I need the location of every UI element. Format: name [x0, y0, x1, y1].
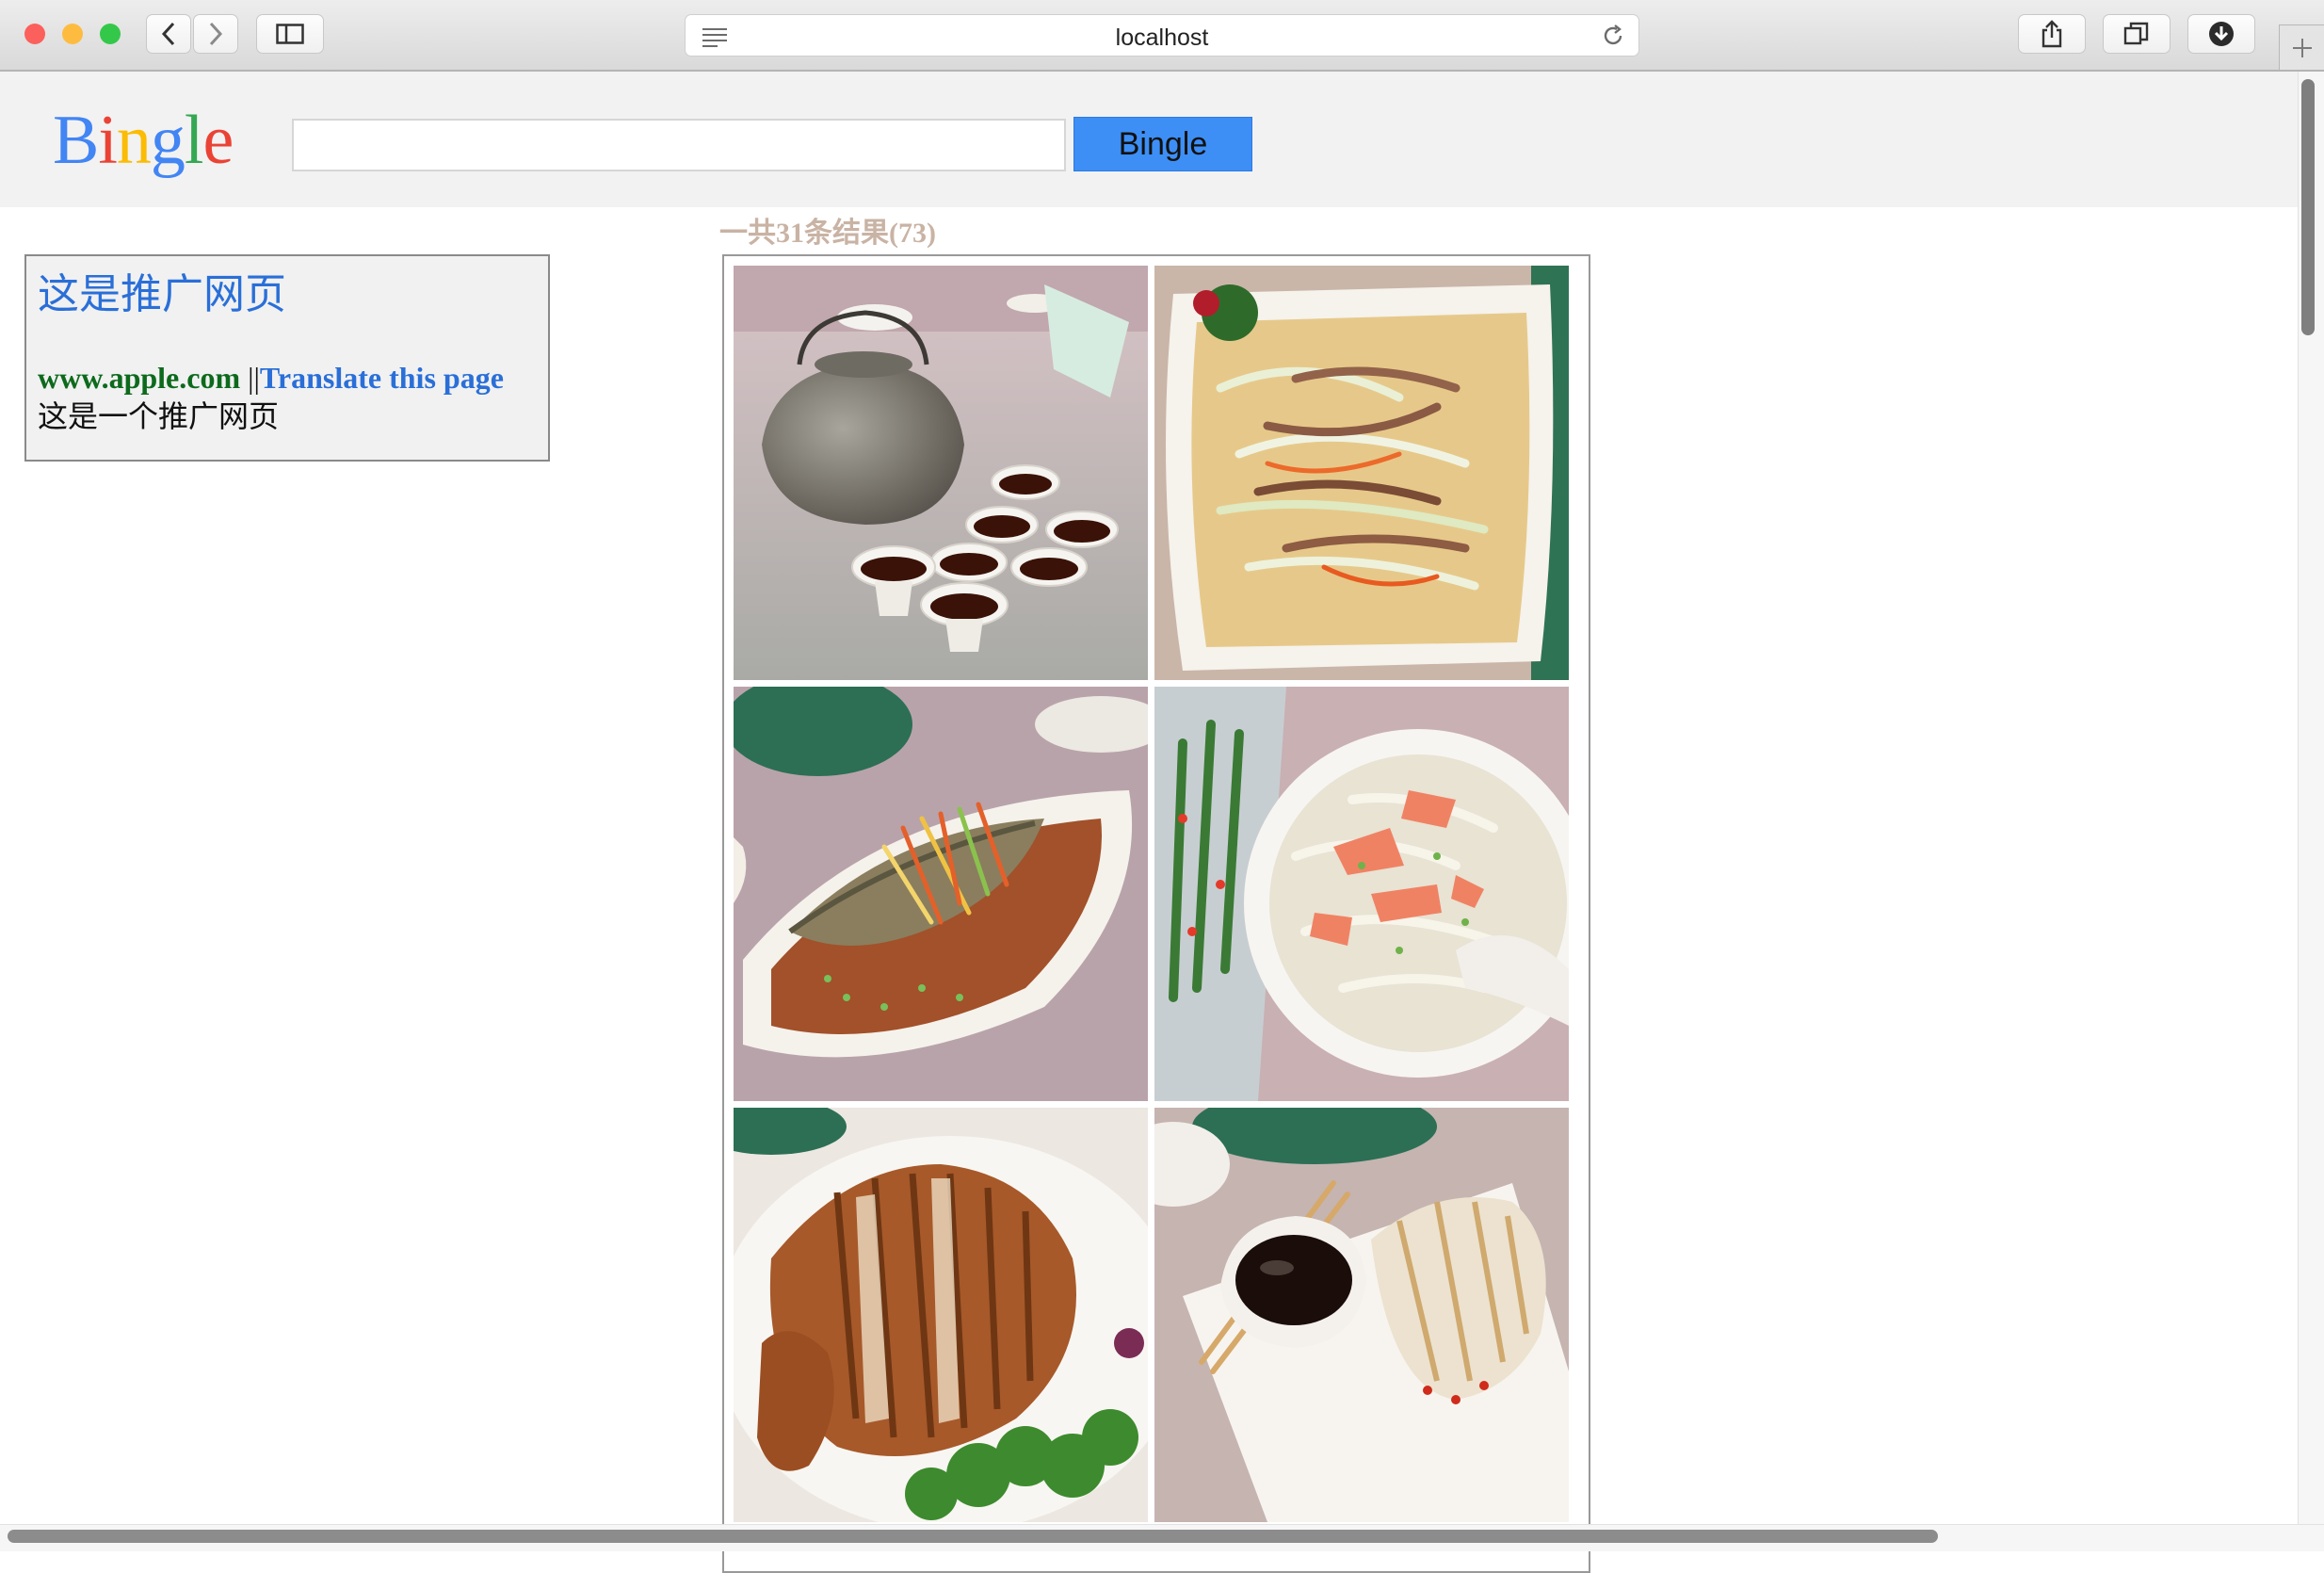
image-result[interactable] [1154, 687, 1569, 1101]
logo-letter: n [116, 102, 152, 179]
search-input[interactable] [292, 119, 1066, 171]
image-results-grid [722, 254, 1590, 1573]
sidebar-button[interactable] [256, 14, 324, 54]
download-icon [2209, 22, 2234, 46]
forward-icon [209, 22, 223, 46]
sidebar-icon [276, 24, 304, 44]
logo-letter: e [202, 102, 234, 179]
logo-letter: g [150, 102, 186, 179]
tabs-icon [2123, 22, 2149, 45]
new-tab-icon [2293, 39, 2312, 57]
image-result[interactable] [734, 266, 1148, 680]
results-count: 一共31条结果(73) [719, 218, 936, 249]
ad-separator: || [248, 361, 260, 395]
vertical-scrollbar-thumb[interactable] [2301, 79, 2315, 335]
close-window-button[interactable] [24, 24, 45, 44]
sponsored-result: 这是推广网页 www.apple.com ||Translate this pa… [24, 254, 550, 462]
zoom-window-button[interactable] [100, 24, 121, 44]
ad-url-link[interactable]: www.apple.com [38, 361, 240, 395]
address-text: localhost [1115, 24, 1209, 51]
logo-letter: B [53, 102, 99, 179]
bingle-logo[interactable]: Bingle [53, 98, 234, 183]
download-button[interactable] [2187, 14, 2255, 54]
ad-links-line: www.apple.com ||Translate this page [38, 360, 537, 396]
search-button[interactable]: Bingle [1073, 117, 1252, 171]
back-icon [161, 22, 175, 46]
forward-button[interactable] [193, 14, 238, 54]
tabs-button[interactable] [2103, 14, 2171, 54]
translate-link[interactable]: Translate this page [260, 361, 504, 395]
back-button[interactable] [146, 14, 191, 54]
search-header: Bingle Bingle [0, 72, 2298, 207]
image-result[interactable] [734, 687, 1148, 1101]
share-button[interactable] [2018, 14, 2086, 54]
minimize-window-button[interactable] [62, 24, 83, 44]
logo-letter: i [98, 102, 118, 179]
ad-title-link[interactable]: 这是推广网页 [38, 268, 537, 322]
image-result[interactable] [1154, 1108, 1569, 1522]
share-icon [2042, 20, 2062, 48]
image-result[interactable] [1154, 266, 1569, 680]
address-bar[interactable]: localhost [685, 14, 1639, 57]
horizontal-scrollbar-thumb[interactable] [8, 1530, 1938, 1543]
browser-toolbar: localhost [0, 0, 2324, 72]
logo-letter: l [184, 102, 204, 179]
new-tab-button[interactable] [2279, 24, 2324, 70]
reload-icon[interactable] [1601, 24, 1625, 48]
image-result[interactable] [734, 1108, 1148, 1522]
ad-description: 这是一个推广网页 [38, 399, 280, 433]
